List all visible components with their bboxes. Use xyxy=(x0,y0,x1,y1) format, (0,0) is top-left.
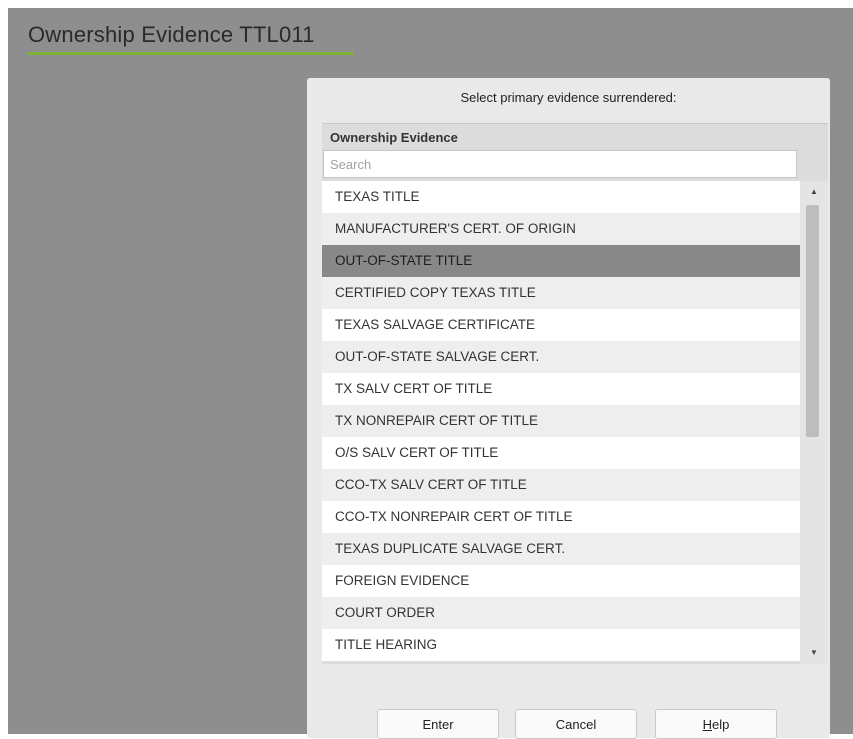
dialog-prompt: Select primary evidence surrendered: xyxy=(460,90,677,105)
search-input[interactable] xyxy=(323,150,797,178)
list-item[interactable]: TEXAS TITLE xyxy=(322,181,800,213)
help-mnemonic: H xyxy=(702,716,713,732)
scroll-down-arrow-icon[interactable]: ▼ xyxy=(800,644,828,662)
list-item[interactable]: COURT ORDER xyxy=(322,597,800,629)
list-item[interactable]: TEXAS DUPLICATE SALVAGE CERT. xyxy=(322,533,800,565)
list-item[interactable]: FOREIGN EVIDENCE xyxy=(322,565,800,597)
evidence-list: TEXAS TITLE MANUFACTURER'S CERT. OF ORIGI… xyxy=(322,181,828,664)
list-item[interactable]: TITLE HEARING xyxy=(322,629,800,661)
evidence-dialog: Select primary evidence surrendered: Own… xyxy=(307,78,830,739)
list-item[interactable]: TX SALV CERT OF TITLE xyxy=(322,373,800,405)
list-column-header: Ownership Evidence xyxy=(330,130,458,145)
page-title: Ownership Evidence TTL011 xyxy=(28,22,315,47)
list-item[interactable]: TEXAS SALVAGE CERTIFICATE xyxy=(322,309,800,341)
help-button[interactable]: Help xyxy=(655,709,777,739)
list-item[interactable]: MANUFACTURER'S CERT. OF ORIGIN xyxy=(322,213,800,245)
list-scrollbar[interactable]: ▲ ▼ xyxy=(800,181,828,664)
enter-button[interactable]: Enter xyxy=(377,709,499,739)
evidence-rows: TEXAS TITLE MANUFACTURER'S CERT. OF ORIGI… xyxy=(322,181,800,661)
app-background: Ownership Evidence TTL011 Select primary… xyxy=(8,8,853,739)
list-item[interactable]: TX NONREPAIR CERT OF TITLE xyxy=(322,405,800,437)
list-item[interactable]: CCO-TX SALV CERT OF TITLE xyxy=(322,469,800,501)
list-item[interactable]: CERTIFIED COPY TEXAS TITLE xyxy=(322,277,800,309)
list-item[interactable]: CCO-TX NONREPAIR CERT OF TITLE xyxy=(322,501,800,533)
evidence-list-panel: Ownership Evidence TEXAS TITLEMANUFACTUR… xyxy=(322,123,828,664)
title-underline xyxy=(28,52,354,55)
list-item[interactable]: OUT-OF-STATE SALVAGE CERT. xyxy=(322,341,800,373)
cancel-button[interactable]: Cancel xyxy=(515,709,637,739)
help-label-rest: elp xyxy=(712,716,730,732)
list-item[interactable]: O/S SALV CERT OF TITLE xyxy=(322,437,800,469)
list-item[interactable]: OUT-OF-STATE TITLE xyxy=(322,245,800,277)
scroll-thumb[interactable] xyxy=(806,205,819,437)
scroll-up-arrow-icon[interactable]: ▲ xyxy=(800,183,828,201)
